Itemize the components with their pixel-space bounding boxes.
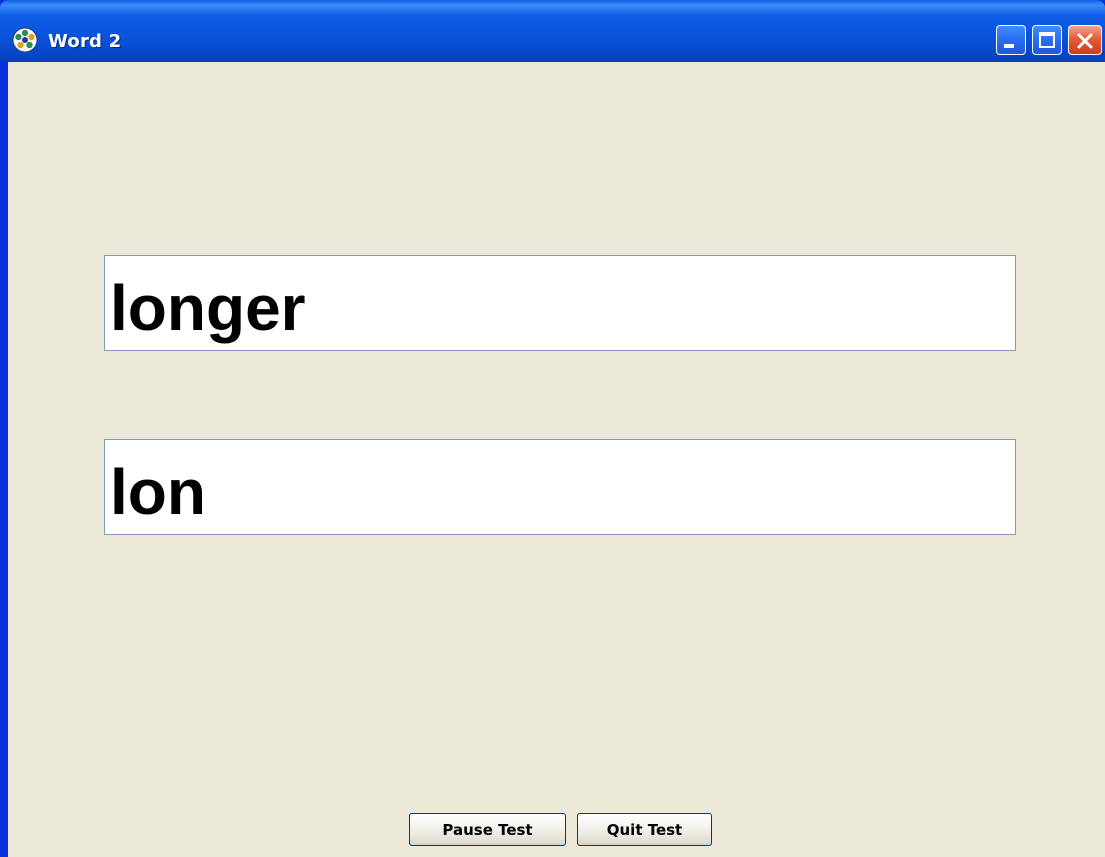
- maximize-button[interactable]: [1032, 25, 1062, 55]
- typed-word-box[interactable]: lon: [104, 439, 1016, 535]
- typed-word: lon: [110, 456, 206, 528]
- close-icon: [1077, 33, 1093, 49]
- app-window: Word 2 longer lon Pause Test Quit Test: [0, 0, 1105, 857]
- target-word-box: longer: [104, 255, 1016, 351]
- gear-icon: [12, 27, 38, 53]
- minimize-button[interactable]: [996, 25, 1026, 55]
- maximize-icon: [1039, 32, 1055, 48]
- close-button[interactable]: [1068, 25, 1102, 55]
- title-bar[interactable]: Word 2: [0, 0, 1105, 62]
- pause-test-button[interactable]: Pause Test: [409, 813, 566, 846]
- minimize-icon: [1004, 44, 1014, 48]
- target-word: longer: [110, 272, 306, 344]
- window-title: Word 2: [48, 31, 122, 52]
- quit-test-button[interactable]: Quit Test: [577, 813, 712, 846]
